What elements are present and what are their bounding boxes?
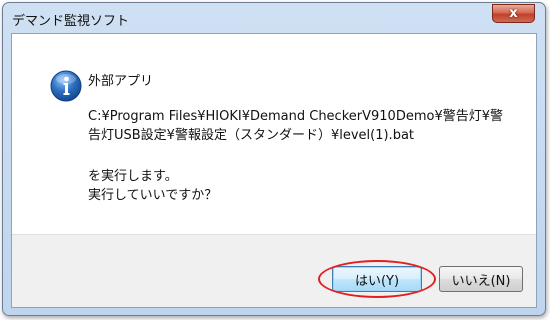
- message-text: 外部アプリ C:¥Program Files¥HIOKI¥Demand Chec…: [88, 72, 503, 205]
- button-bar: はい(Y) いいえ(N): [12, 234, 536, 307]
- close-icon: x: [509, 6, 518, 21]
- dialog-window: デマンド監視ソフト x 外部アプリ C:¥Program Files¥HIOKI…: [2, 2, 546, 316]
- info-icon: [50, 70, 82, 102]
- window-title: デマンド監視ソフト: [12, 14, 130, 29]
- yes-button[interactable]: はい(Y): [332, 266, 422, 292]
- file-path-line-2: 告灯USB設定¥警報設定（スタンダード）¥level(1).bat: [88, 128, 415, 143]
- dialog-client-area: 外部アプリ C:¥Program Files¥HIOKI¥Demand Chec…: [11, 33, 537, 308]
- message-line-2: 実行していいですか？: [88, 188, 218, 203]
- close-button[interactable]: x: [492, 4, 535, 23]
- no-button[interactable]: いいえ(N): [439, 266, 523, 292]
- title-bar[interactable]: デマンド監視ソフト x: [3, 3, 545, 33]
- dialog-heading: 外部アプリ: [88, 74, 154, 89]
- file-path-line-1: C:¥Program Files¥HIOKI¥Demand CheckerV91…: [88, 109, 503, 124]
- message-line-1: を実行します。: [88, 169, 178, 184]
- message-area: 外部アプリ C:¥Program Files¥HIOKI¥Demand Chec…: [12, 34, 536, 234]
